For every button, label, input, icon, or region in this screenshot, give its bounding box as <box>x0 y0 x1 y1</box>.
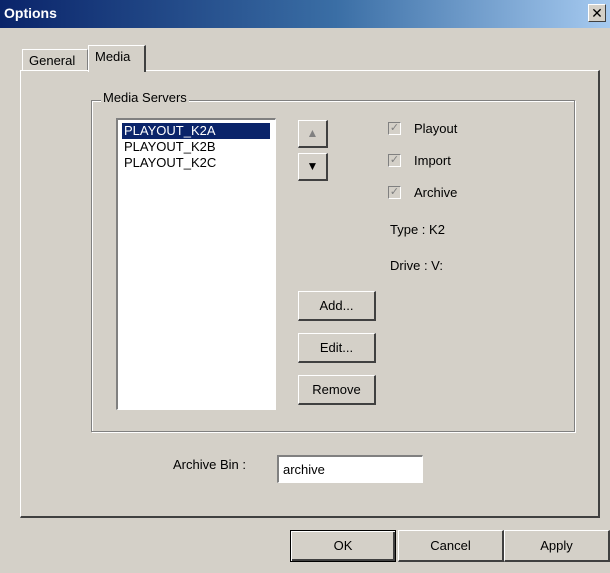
cancel-button[interactable]: Cancel <box>398 530 504 562</box>
list-item[interactable]: PLAYOUT_K2C <box>122 155 270 171</box>
add-server-button[interactable]: Add... <box>298 291 376 321</box>
list-item[interactable]: PLAYOUT_K2A <box>122 123 270 139</box>
archive-label: Archive <box>414 185 458 200</box>
arrow-down-icon: ▼ <box>306 159 319 173</box>
import-checkbox[interactable]: ✓ <box>388 154 401 167</box>
media-servers-listbox[interactable]: PLAYOUT_K2A PLAYOUT_K2B PLAYOUT_K2C <box>116 118 276 410</box>
apply-button[interactable]: Apply <box>504 530 610 562</box>
ok-button[interactable]: OK <box>290 530 396 562</box>
remove-server-button[interactable]: Remove <box>298 375 376 405</box>
playout-label: Playout <box>414 121 458 136</box>
archive-bin-label: Archive Bin : <box>173 457 246 472</box>
tab-media[interactable]: Media <box>88 45 146 72</box>
server-type-text: Type : K2 <box>390 222 445 237</box>
move-up-button[interactable]: ▲ <box>298 120 328 148</box>
archive-bin-input[interactable] <box>277 455 423 483</box>
edit-server-button[interactable]: Edit... <box>298 333 376 363</box>
window-title: Options <box>4 5 57 21</box>
server-drive-text: Drive : V: <box>390 258 443 273</box>
playout-checkbox[interactable]: ✓ <box>388 122 401 135</box>
import-label: Import <box>414 153 451 168</box>
move-down-button[interactable]: ▼ <box>298 153 328 181</box>
close-button[interactable]: ✕ <box>588 4 606 22</box>
list-item[interactable]: PLAYOUT_K2B <box>122 139 270 155</box>
arrow-up-icon: ▲ <box>306 126 319 140</box>
tab-general[interactable]: General <box>22 49 88 71</box>
title-bar: Options ✕ <box>0 0 610 28</box>
media-servers-group-label: Media Servers <box>101 90 189 105</box>
archive-checkbox[interactable]: ✓ <box>388 186 401 199</box>
